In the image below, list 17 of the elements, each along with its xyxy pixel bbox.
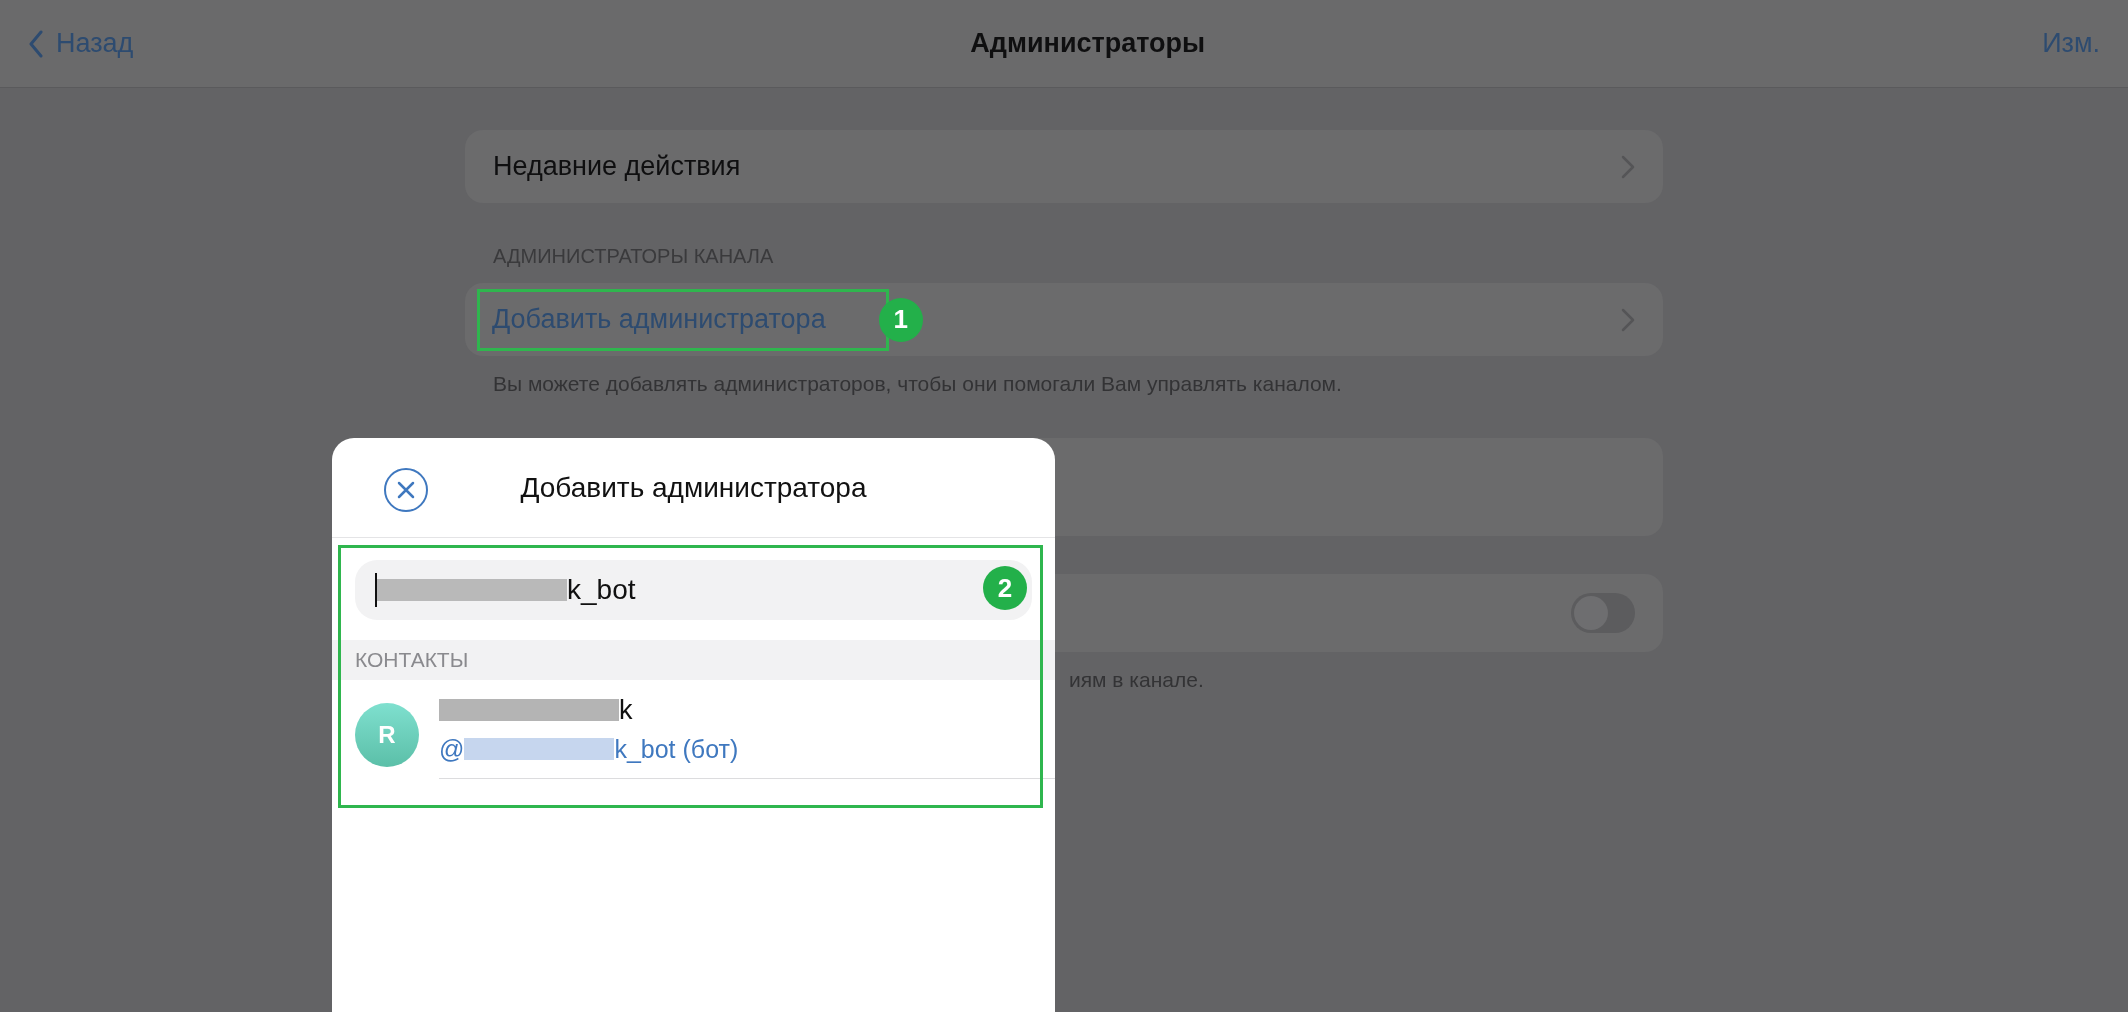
close-button[interactable] — [384, 468, 428, 512]
section-header: КОНТАКТЫ — [355, 647, 469, 674]
avatar: R — [355, 702, 419, 767]
list-row[interactable]: Добавить администратора 1 — [465, 283, 1663, 356]
close-icon — [396, 480, 416, 500]
number-badge: 1 — [878, 297, 923, 342]
row-label: Добавить администратора — [492, 303, 826, 337]
contact-row[interactable]: R k @ k_bot (бот) — [332, 680, 1055, 779]
list-row[interactable]: Недавние действия — [465, 130, 1663, 203]
handle-prefix: @ — [439, 733, 465, 765]
dialog-title: Добавить администратора — [520, 470, 867, 505]
search-value: k_bot — [567, 573, 636, 607]
screen-title: Администраторы — [970, 27, 1206, 61]
row-label: Недавние действия — [493, 150, 741, 184]
contact-handle: k_bot (бот) — [614, 733, 739, 765]
contact-name: k — [619, 694, 633, 727]
chevron-left-icon — [28, 29, 44, 58]
